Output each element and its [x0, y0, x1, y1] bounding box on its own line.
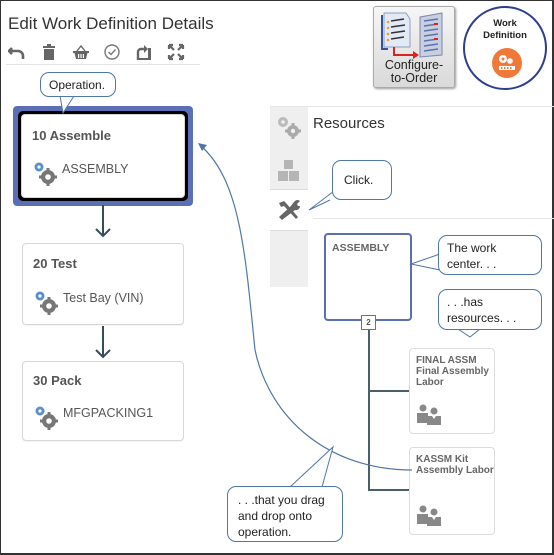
work-center-label: Test Bay (VIN): [63, 291, 144, 305]
work-centers-tab[interactable]: [270, 107, 308, 147]
flow-connector: [102, 326, 104, 356]
people-icon: [417, 404, 441, 425]
tree-connector: [368, 330, 370, 490]
operation-work-center: ASSEMBLY: [32, 161, 128, 187]
gears-icon: [34, 162, 57, 186]
work-definition-badge: [492, 48, 522, 78]
resource-count-badge[interactable]: 2: [361, 315, 376, 330]
basket-icon[interactable]: [71, 42, 90, 62]
configure-to-order-label: Configure- to-Order: [384, 58, 444, 85]
work-center-label: MFGPACKING1: [63, 406, 154, 420]
gears-icon: [35, 406, 58, 430]
has-resources-callout: . . .has resources. . .: [438, 289, 542, 330]
resources-tab[interactable]: [270, 189, 308, 231]
delete-icon[interactable]: [40, 42, 59, 62]
operation-card[interactable]: 10 Assemble ASSEMBLY: [21, 114, 185, 198]
work-definition-label: Work Definition: [483, 18, 527, 41]
operation-card[interactable]: 20 Test Test Bay (VIN): [22, 243, 184, 325]
drag-drop-callout: . . .that you drag and drop onto operati…: [227, 486, 343, 542]
expand-icon[interactable]: [166, 42, 185, 62]
gears-icon: [35, 291, 58, 315]
toolbar: [8, 40, 198, 64]
resource-card-title: FINAL ASSM Final Assembly Labor: [416, 355, 489, 388]
tree-connector: [368, 390, 410, 392]
page-title: Edit Work Definition Details: [8, 14, 214, 33]
tools-icon: [279, 200, 301, 220]
gears-conveyor-icon: [499, 55, 515, 70]
blocks-icon: [278, 160, 299, 181]
flow-connector: [102, 205, 104, 235]
rotate-layout-icon[interactable]: [135, 42, 154, 62]
work-center-card[interactable]: ASSEMBLY: [324, 233, 412, 321]
operation-work-center: Test Bay (VIN): [33, 290, 144, 316]
work-definition-logo: Work Definition: [463, 6, 547, 90]
work-center-callout: The work center. . .: [438, 235, 542, 275]
people-icon: [417, 505, 441, 526]
operation-title: 20 Test: [33, 256, 77, 271]
toolbar-divider: [6, 64, 200, 65]
operation-title: 30 Pack: [33, 373, 82, 388]
operation-callout: Operation.: [40, 72, 116, 97]
document-flow-icon: [381, 12, 443, 59]
operation-work-center: MFGPACKING1: [33, 405, 153, 431]
resources-panel-tabs: [270, 107, 308, 287]
click-callout: Click.: [332, 160, 392, 200]
operation-title: 10 Assemble: [32, 128, 112, 143]
operation-card[interactable]: 30 Pack MFGPACKING1: [22, 361, 184, 441]
gears-icon: [278, 117, 301, 139]
check-circle-icon[interactable]: [103, 42, 122, 62]
resource-card[interactable]: KASSM Kit Assembly Labor: [409, 447, 495, 535]
tree-connector: [368, 489, 410, 491]
work-center-title: ASSEMBLY: [332, 242, 390, 254]
items-tab[interactable]: [270, 151, 308, 191]
configure-to-order-logo: Configure- to-Order: [373, 6, 455, 88]
resource-card-title: KASSM Kit Assembly Labor: [416, 454, 494, 476]
work-center-label: ASSEMBLY: [62, 162, 129, 176]
resources-panel-title: Resources: [313, 115, 385, 132]
resource-card[interactable]: FINAL ASSM Final Assembly Labor: [409, 348, 495, 434]
undo-icon[interactable]: [8, 42, 27, 62]
resources-content-divider: [313, 218, 554, 219]
